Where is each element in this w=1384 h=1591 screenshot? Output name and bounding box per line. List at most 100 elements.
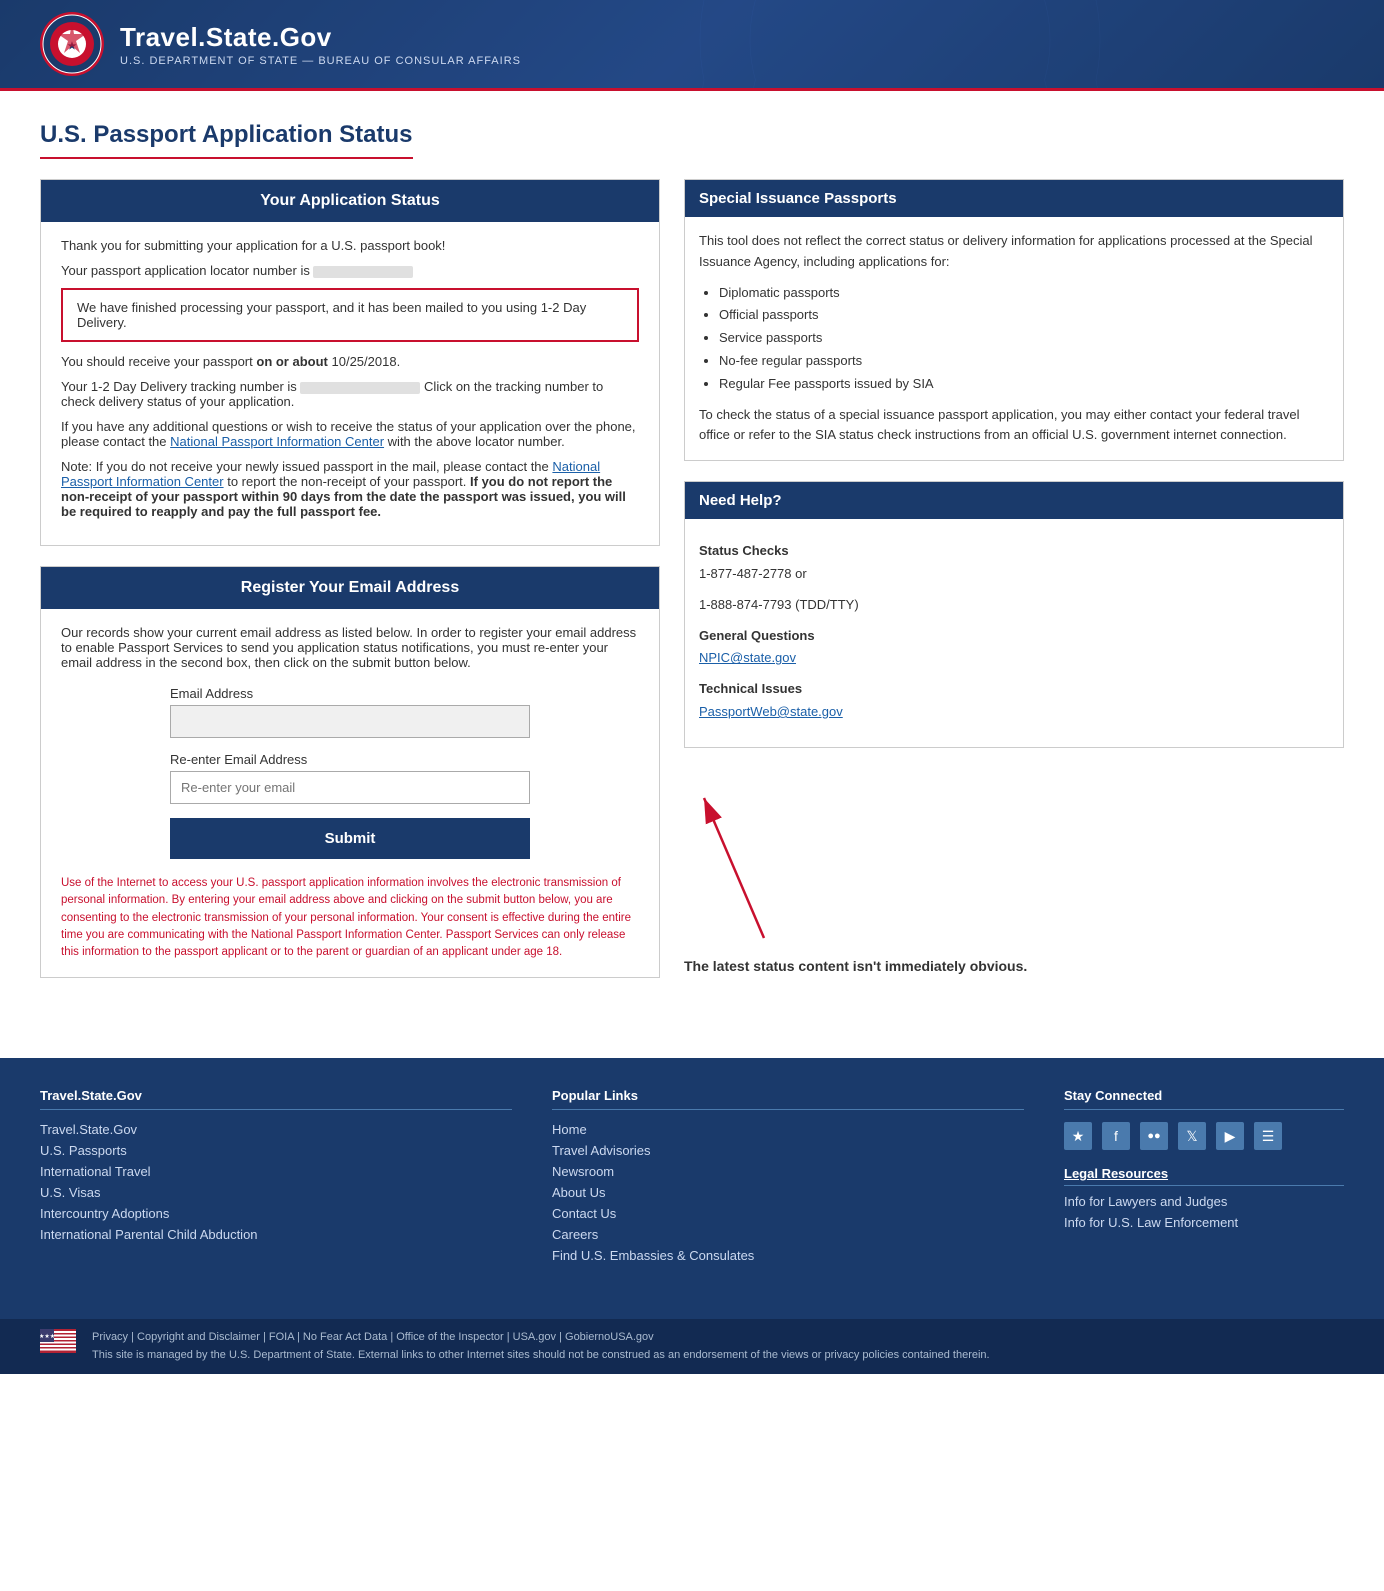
site-logo: ★	[40, 12, 104, 76]
footer-bottom: ★★★ Privacy | Copyright and Disclaimer |…	[0, 1319, 1384, 1374]
footer-link-home[interactable]: Home	[552, 1122, 1024, 1137]
footer-bottom-note: This site is managed by the U.S. Departm…	[92, 1347, 990, 1365]
page-title: U.S. Passport Application Status	[40, 121, 413, 159]
general-email: NPIC@state.gov	[699, 648, 1329, 669]
delivery-date-text: You should receive your passport on or a…	[61, 354, 639, 369]
list-item: Service passports	[719, 328, 1329, 349]
footer-columns: Travel.State.Gov Travel.State.Gov U.S. P…	[40, 1088, 1344, 1269]
email-label: Email Address	[170, 686, 530, 701]
note-text: Note: If you do not receive your newly i…	[61, 459, 639, 519]
email-input[interactable]	[170, 705, 530, 738]
technical-label: Technical Issues	[699, 679, 1329, 700]
register-email-body: Our records show your current email addr…	[41, 609, 659, 977]
footer-link[interactable]: International Parental Child Abduction	[40, 1227, 512, 1242]
status-phone2: 1-888-874-7793 (TDD/TTY)	[699, 595, 1329, 616]
footer-link-embassies[interactable]: Find U.S. Embassies & Consulates	[552, 1248, 1024, 1263]
need-help-panel: Need Help? Status Checks 1-877-487-2778 …	[684, 481, 1344, 748]
site-name: Travel.State.Gov	[120, 22, 521, 53]
reenter-label: Re-enter Email Address	[170, 752, 530, 767]
reenter-email-input[interactable]	[170, 771, 530, 804]
technical-email: PassportWeb@state.gov	[699, 702, 1329, 723]
footer-link[interactable]: U.S. Passports	[40, 1143, 512, 1158]
general-questions-section: General Questions NPIC@state.gov	[699, 626, 1329, 670]
application-status-header: Your Application Status	[41, 180, 659, 222]
footer-col-1: Travel.State.Gov Travel.State.Gov U.S. P…	[40, 1088, 512, 1269]
list-item: Regular Fee passports issued by SIA	[719, 374, 1329, 395]
legal-link-law-enforcement[interactable]: Info for U.S. Law Enforcement	[1064, 1215, 1344, 1230]
tracking-number	[300, 382, 420, 394]
application-status-panel: Your Application Status Thank you for su…	[40, 179, 660, 546]
main-layout: Your Application Status Thank you for su…	[40, 179, 1344, 998]
footer-col1-title: Travel.State.Gov	[40, 1088, 512, 1110]
legal-resources: Legal Resources Info for Lawyers and Jud…	[1064, 1166, 1344, 1230]
youtube-icon[interactable]: ▶	[1216, 1122, 1244, 1150]
site-subtitle: U.S. Department of State — Bureau of Con…	[120, 55, 521, 67]
rss-icon[interactable]: ☰	[1254, 1122, 1282, 1150]
footer-link-about-us[interactable]: About Us	[552, 1185, 1024, 1200]
svg-text:★★★: ★★★	[40, 1333, 55, 1340]
special-issuance-panel: Special Issuance Passports This tool doe…	[684, 179, 1344, 461]
main-right-column: Special Issuance Passports This tool doe…	[684, 179, 1344, 974]
list-item: No-fee regular passports	[719, 351, 1329, 372]
email-address-group: Email Address	[170, 686, 530, 738]
privacy-text: Use of the Internet to access your U.S. …	[61, 875, 639, 961]
legal-resources-title: Legal Resources	[1064, 1166, 1344, 1186]
legal-link-lawyers[interactable]: Info for Lawyers and Judges	[1064, 1194, 1344, 1209]
contact-text: If you have any additional questions or …	[61, 419, 639, 449]
submit-button[interactable]: Submit	[170, 818, 530, 859]
site-footer: Travel.State.Gov Travel.State.Gov U.S. P…	[0, 1058, 1384, 1319]
footer-bottom-text-block: Privacy | Copyright and Disclaimer | FOI…	[92, 1329, 990, 1364]
register-email-header: Register Your Email Address	[41, 567, 659, 609]
footer-link[interactable]: U.S. Visas	[40, 1185, 512, 1200]
register-email-panel: Register Your Email Address Our records …	[40, 566, 660, 978]
main-left-column: Your Application Status Thank you for su…	[40, 179, 660, 998]
annotation-text: The latest status content isn't immediat…	[684, 958, 1344, 974]
footer-link-careers[interactable]: Careers	[552, 1227, 1024, 1242]
twitter-icon[interactable]: 𝕏	[1178, 1122, 1206, 1150]
special-issuance-header: Special Issuance Passports	[685, 180, 1343, 217]
site-header: ★ Travel.State.Gov U.S. Department of St…	[0, 0, 1384, 91]
special-issuance-intro: This tool does not reflect the correct s…	[699, 231, 1329, 273]
status-checks-label: Status Checks	[699, 541, 1329, 562]
footer-col-3: Stay Connected ★ f ●● 𝕏 ▶ ☰ Legal Resour…	[1064, 1088, 1344, 1269]
footer-link[interactable]: International Travel	[40, 1164, 512, 1179]
npic-link-1[interactable]: National Passport Information Center	[170, 434, 384, 449]
footer-link[interactable]: Travel.State.Gov	[40, 1122, 512, 1137]
application-status-body: Thank you for submitting your applicatio…	[41, 222, 659, 545]
reenter-email-group: Re-enter Email Address	[170, 752, 530, 804]
register-description: Our records show your current email addr…	[61, 625, 639, 670]
special-issuance-footer: To check the status of a special issuanc…	[699, 405, 1329, 447]
footer-link-contact-us[interactable]: Contact Us	[552, 1206, 1024, 1221]
footer-col2-title: Popular Links	[552, 1088, 1024, 1110]
locator-text: Your passport application locator number…	[61, 263, 639, 278]
technical-issues-section: Technical Issues PassportWeb@state.gov	[699, 679, 1329, 723]
status-checks-section: Status Checks 1-877-487-2778 or 1-888-87…	[699, 541, 1329, 615]
highlighted-status-text: We have finished processing your passpor…	[77, 300, 586, 330]
social-icons-row: ★ f ●● 𝕏 ▶ ☰	[1064, 1122, 1344, 1150]
footer-col-2: Popular Links Home Travel Advisories New…	[552, 1088, 1024, 1269]
annotation-area: The latest status content isn't immediat…	[684, 768, 1344, 974]
tracking-text: Your 1-2 Day Delivery tracking number is…	[61, 379, 639, 409]
header-branding: Travel.State.Gov U.S. Department of Stat…	[120, 22, 521, 67]
footer-bottom-links: Privacy | Copyright and Disclaimer | FOI…	[92, 1329, 990, 1347]
intro-text: Thank you for submitting your applicatio…	[61, 238, 639, 253]
general-label: General Questions	[699, 626, 1329, 647]
footer-link-travel-advisories[interactable]: Travel Advisories	[552, 1143, 1024, 1158]
footer-link[interactable]: Intercountry Adoptions	[40, 1206, 512, 1221]
locator-number	[313, 266, 413, 278]
facebook-icon[interactable]: f	[1102, 1122, 1130, 1150]
footer-link-newsroom[interactable]: Newsroom	[552, 1164, 1024, 1179]
footer-col3-title: Stay Connected	[1064, 1088, 1344, 1110]
star-icon[interactable]: ★	[1064, 1122, 1092, 1150]
special-issuance-list: Diplomatic passports Official passports …	[719, 283, 1329, 395]
list-item: Official passports	[719, 305, 1329, 326]
list-item: Diplomatic passports	[719, 283, 1329, 304]
need-help-body: Status Checks 1-877-487-2778 or 1-888-87…	[685, 519, 1343, 747]
annotation-arrow	[684, 768, 884, 948]
us-flag-icon: ★★★	[40, 1329, 76, 1353]
status-highlight-box: We have finished processing your passpor…	[61, 288, 639, 342]
need-help-header: Need Help?	[685, 482, 1343, 519]
special-issuance-body: This tool does not reflect the correct s…	[685, 217, 1343, 460]
status-phone1: 1-877-487-2778 or	[699, 564, 1329, 585]
flickr-icon[interactable]: ●●	[1140, 1122, 1168, 1150]
